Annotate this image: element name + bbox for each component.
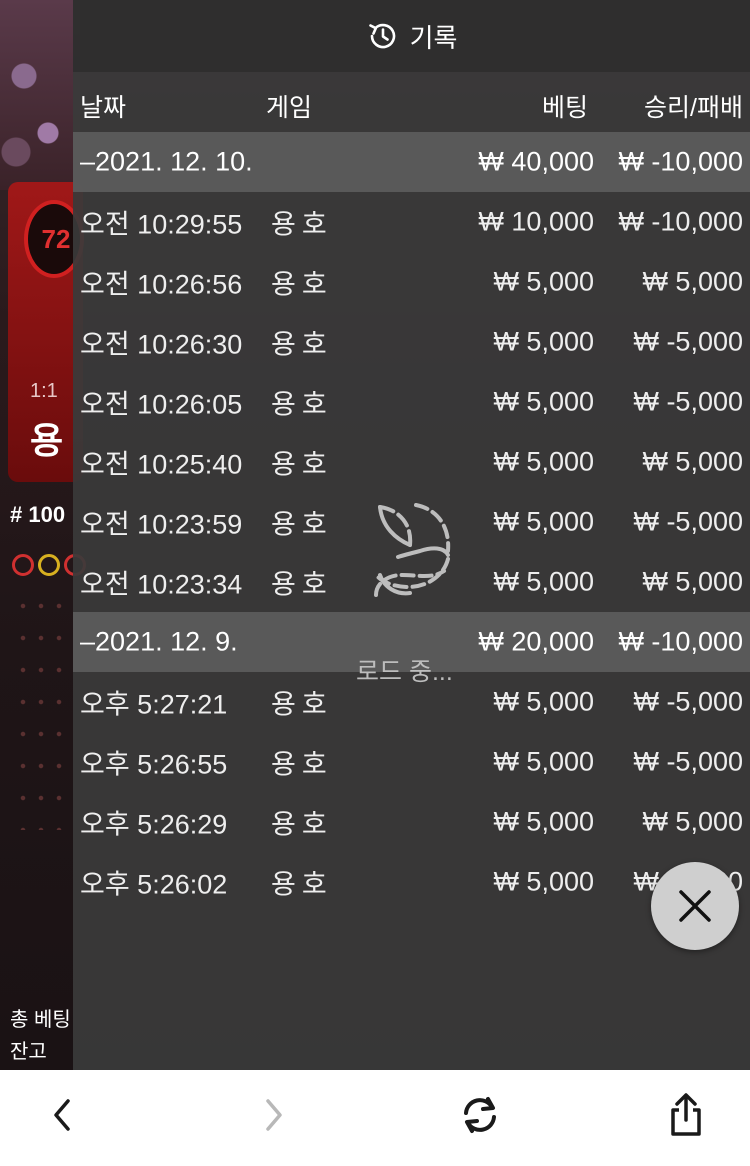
table-row[interactable]: 오후 5:26:29 용호 ₩ 5,000 ₩ 5,000: [73, 792, 750, 852]
row-result: ₩ 5,000: [642, 806, 743, 837]
row-time: 오후 5:26:02: [80, 869, 228, 900]
row-game: 용호: [271, 449, 333, 480]
chevron-right-icon: [266, 1099, 282, 1131]
date-group-header[interactable]: –2021. 12. 10. ₩ 40,000 ₩ -10,000: [73, 132, 750, 192]
chevron-left-icon: [54, 1099, 70, 1131]
group-date: –2021. 12. 9.: [80, 626, 238, 657]
row-game: 용호: [271, 269, 333, 300]
close-icon: [679, 890, 711, 922]
group-bet-total: ₩ 20,000: [478, 626, 594, 657]
row-time: 오전 10:29:55: [80, 209, 243, 240]
row-bet: ₩ 5,000: [493, 266, 594, 297]
column-result: 승리/패배: [644, 94, 743, 122]
row-game: 용호: [271, 809, 333, 840]
total-bet-label: 총 베팅: [10, 1009, 71, 1031]
group-bet-total: ₩ 40,000: [478, 146, 594, 177]
share-icon: [671, 1093, 701, 1136]
column-game: 게임: [266, 94, 313, 122]
close-button[interactable]: [651, 862, 739, 950]
balance-label: 잔고: [10, 1041, 47, 1063]
round-number: # 100: [10, 502, 66, 527]
row-bet: ₩ 5,000: [493, 326, 594, 357]
row-time: 오전 10:26:05: [80, 389, 243, 420]
row-result: ₩ -5,000: [633, 326, 743, 357]
bet-side-label: 용: [30, 420, 64, 461]
row-bet: ₩ 5,000: [493, 506, 594, 537]
row-game: 용호: [271, 329, 333, 360]
row-game: 용호: [271, 569, 333, 600]
row-result: ₩ -5,000: [633, 506, 743, 537]
row-result: ₩ 5,000: [642, 566, 743, 597]
row-game: 용호: [271, 209, 333, 240]
row-bet: ₩ 5,000: [493, 386, 594, 417]
forward-button[interactable]: [248, 1090, 298, 1140]
row-game: 용호: [271, 389, 333, 420]
loading-text: 로드 중...: [356, 658, 453, 686]
road-circle: [12, 554, 34, 576]
road-map-grid: [14, 590, 74, 830]
row-result: ₩ -5,000: [633, 686, 743, 717]
history-header: 기록: [73, 0, 750, 72]
row-time: 오후 5:27:21: [80, 689, 228, 720]
row-result: ₩ -5,000: [633, 386, 743, 417]
table-row[interactable]: 오후 5:26:02 용호 ₩ 5,000 ₩ -5,000: [73, 852, 750, 912]
row-time: 오전 10:25:40: [80, 449, 243, 480]
road-circle: [38, 554, 60, 576]
history-icon: [368, 23, 395, 49]
row-bet: ₩ 5,000: [493, 866, 594, 897]
row-time: 오후 5:26:29: [80, 809, 228, 840]
row-bet: ₩ 5,000: [493, 446, 594, 477]
row-game: 용호: [271, 749, 333, 780]
table-row[interactable]: 오전 10:26:56 용호 ₩ 5,000 ₩ 5,000: [73, 252, 750, 312]
row-bet: ₩ 5,000: [493, 746, 594, 777]
total-bet-info: 총 베팅: [10, 1003, 71, 1032]
column-bet: 베팅: [541, 94, 588, 122]
table-row[interactable]: 오전 10:26:05 용호 ₩ 5,000 ₩ -5,000: [73, 372, 750, 432]
refresh-icon: [464, 1097, 496, 1133]
row-game: 용호: [271, 509, 333, 540]
row-time: 오전 10:23:59: [80, 509, 243, 540]
row-time: 오전 10:26:30: [80, 329, 243, 360]
group-date: –2021. 12. 10.: [80, 146, 253, 177]
table-row[interactable]: 오후 5:26:55 용호 ₩ 5,000 ₩ -5,000: [73, 732, 750, 792]
row-time: 오전 10:26:56: [80, 269, 243, 300]
table-row[interactable]: 오전 10:26:30 용호 ₩ 5,000 ₩ -5,000: [73, 312, 750, 372]
group-result-total: ₩ -10,000: [618, 626, 743, 657]
row-bet: ₩ 5,000: [493, 806, 594, 837]
background-flowers-image: [0, 0, 80, 190]
share-button[interactable]: [661, 1090, 711, 1140]
row-time: 오후 5:26:55: [80, 749, 228, 780]
group-result-total: ₩ -10,000: [618, 146, 743, 177]
row-time: 오전 10:23:34: [80, 569, 243, 600]
table-row[interactable]: 오전 10:29:55 용호 ₩ 10,000 ₩ -10,000: [73, 192, 750, 252]
balance-info: 잔고: [10, 1035, 47, 1064]
history-title: 기록: [409, 22, 458, 53]
payout-ratio: 1:1: [30, 380, 58, 402]
row-result: ₩ -5,000: [633, 746, 743, 777]
row-result: ₩ -10,000: [618, 206, 743, 237]
browser-toolbar: [0, 1070, 750, 1166]
back-button[interactable]: [38, 1090, 88, 1140]
column-date: 날짜: [80, 94, 127, 122]
row-game: 용호: [271, 689, 333, 720]
table-row[interactable]: 오전 10:25:40 용호 ₩ 5,000 ₩ 5,000: [73, 432, 750, 492]
row-game: 용호: [271, 869, 333, 900]
column-headers: 날짜 게임 베팅 승리/패배: [73, 72, 750, 132]
row-bet: ₩ 10,000: [478, 206, 594, 237]
row-result: ₩ 5,000: [642, 446, 743, 477]
refresh-button[interactable]: [455, 1090, 505, 1140]
row-bet: ₩ 5,000: [493, 566, 594, 597]
row-bet: ₩ 5,000: [493, 686, 594, 717]
row-result: ₩ 5,000: [642, 266, 743, 297]
